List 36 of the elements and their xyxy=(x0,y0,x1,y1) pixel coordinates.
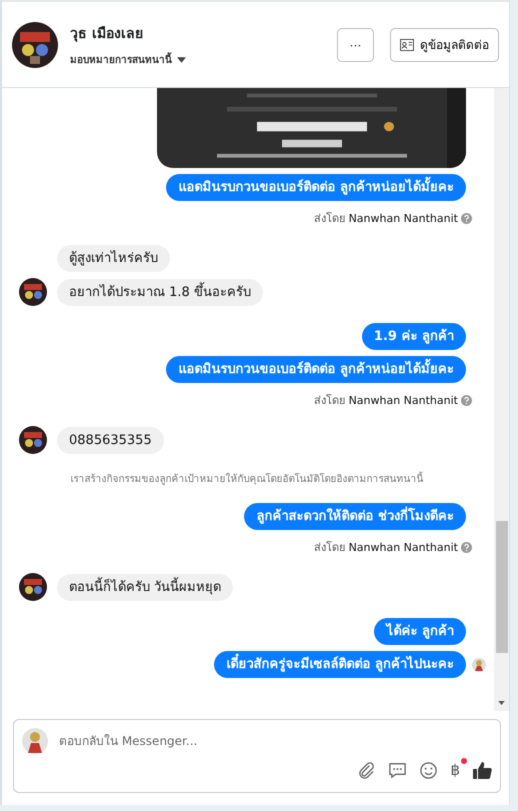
help-icon xyxy=(461,394,472,406)
message-bubble: ลูกค้าสะดวกให้ติดต่อ ช่วงกี่โมงดีคะ xyxy=(244,503,466,530)
avatar xyxy=(22,728,48,754)
avatar xyxy=(19,573,47,601)
help-icon xyxy=(461,542,472,552)
sent-by-label: ส่งโดย Nanwhan Nanthanit xyxy=(314,211,458,227)
avatar xyxy=(19,426,47,454)
chat-icon[interactable] xyxy=(388,760,408,780)
caret-icon xyxy=(177,56,186,62)
message-bubble: 0885635355 xyxy=(57,426,164,454)
message-bubble: 1.9 ค่ะ ลูกค้า xyxy=(362,323,466,350)
contact-name: วุธ เมืองเลย xyxy=(70,25,144,44)
avatar xyxy=(12,22,58,68)
payment-button[interactable]: ฿ xyxy=(450,761,460,779)
message-bubble: อยากได้ประมาณ 1.8 ขึ้นอะครับ xyxy=(57,278,263,306)
thumbs-up-icon[interactable] xyxy=(472,760,492,780)
message-bubble: ตอนนี้ก็ได้ครับ วันนี้ผมหยุด xyxy=(57,574,234,600)
more-button[interactable]: ··· xyxy=(337,28,374,62)
message-bubble: เดี๋ยวสักครู่จะมีเซลล์ติดต่อ ลูกค้าไปนะคะ xyxy=(214,651,466,678)
seen-avatar xyxy=(472,658,486,672)
scrollbar-thumb[interactable] xyxy=(496,521,508,653)
sent-by-label: ส่งโดย Nanwhan Nanthanit xyxy=(314,540,458,556)
help-icon xyxy=(461,212,472,224)
paperclip-icon[interactable] xyxy=(357,760,376,780)
message-bubble: แอดมินรบกวนขอเบอร์ติดต่อ ลูกค้าหน่อยได้มั้ยคะ xyxy=(166,174,466,201)
contact-info-button[interactable]: ดูข้อมูลติดต่อ xyxy=(390,28,499,62)
message-bubble: แอดมินรบกวนขอเบอร์ติดต่อ ลูกค้าหน่อยได้มั้ยคะ xyxy=(166,356,466,383)
assign-dropdown[interactable]: มอบหมายการสนทนานี้ xyxy=(70,52,186,67)
message-bubble: ได้ค่ะ ลูกค้า xyxy=(374,618,466,645)
message-bubble: ตู้สูงเท่าไหร่ครับ xyxy=(57,244,170,272)
sent-by-label: ส่งโดย Nanwhan Nanthanit xyxy=(314,393,458,409)
avatar xyxy=(19,278,47,306)
scroll-down-icon[interactable] xyxy=(498,701,505,705)
activity-notice: เราสร้างกิจกรรมของลูกค้าเป้าหมายให้กับคุณโดยอัตโนมัติโดยอิงตามการสนทนานี้ xyxy=(70,471,424,486)
emoji-icon[interactable] xyxy=(419,760,438,780)
id-card-icon xyxy=(400,38,414,50)
